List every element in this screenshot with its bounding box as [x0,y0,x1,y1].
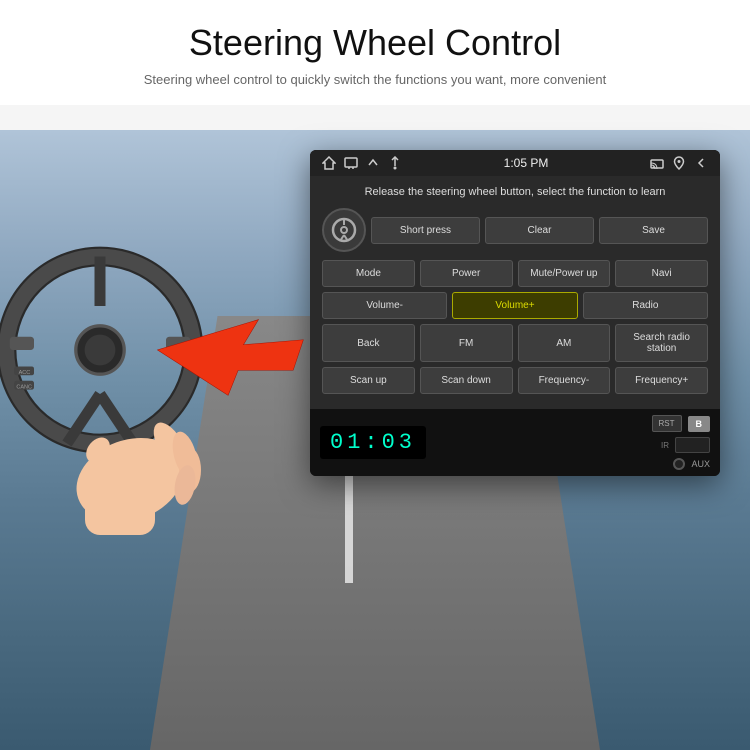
button-row-1: Mode Power Mute/Power up Navi [322,260,708,287]
content-area: ACC CANC [0,130,750,750]
status-bar: 1:05 PM [310,150,720,176]
screen: 1:05 PM Release the steering wheel butto… [310,150,720,409]
status-icons-left [322,156,402,170]
fm-button[interactable]: FM [420,324,513,362]
volume-down-button[interactable]: Volume- [322,292,447,319]
short-press-button[interactable]: Short press [371,217,480,244]
usb-icon [388,156,402,170]
location-icon [672,156,686,170]
time-display: 01:03 [320,430,426,455]
radio-button[interactable]: Radio [583,292,708,319]
stereo-unit: 1:05 PM Release the steering wheel butto… [310,150,720,476]
mode-button[interactable]: Mode [322,260,415,287]
wheel-icon [331,217,357,243]
right-controls: RST B IR AUX [652,415,711,470]
screen-icon [344,156,358,170]
stereo-bottom: 01:03 RST B IR AUX [310,409,720,476]
red-arrow-icon [148,315,308,425]
aux-label: AUX [691,459,710,469]
volume-up-button[interactable]: Volume+ [452,292,577,319]
steering-wheel-small-icon [322,208,366,252]
save-button[interactable]: Save [599,217,708,244]
button-row-3: Back FM AM Search radio station [322,324,708,362]
up-arrow-icon [366,156,380,170]
ir-label: IR [661,441,669,450]
back-button[interactable]: Back [322,324,415,362]
clock-display: 01:03 [320,426,426,459]
home-icon [322,156,336,170]
search-radio-station-button[interactable]: Search radio station [615,324,708,362]
header-section: Steering Wheel Control Steering wheel co… [0,0,750,105]
clear-button[interactable]: Clear [485,217,594,244]
status-time: 1:05 PM [504,156,549,170]
page-title: Steering Wheel Control [60,22,690,64]
scan-up-button[interactable]: Scan up [322,367,415,394]
rst-label: RST [652,415,682,432]
instruction-text: Release the steering wheel button, selec… [322,186,708,198]
button-row-4: Scan up Scan down Frequency- Frequency+ [322,367,708,394]
navi-button[interactable]: Navi [615,260,708,287]
status-icons-right [650,156,708,170]
back-icon [694,156,708,170]
b-button[interactable]: B [688,416,711,432]
power-button[interactable]: Power [420,260,513,287]
am-button[interactable]: AM [518,324,611,362]
page-subtitle: Steering wheel control to quickly switch… [60,72,690,87]
mute-power-up-button[interactable]: Mute/Power up [518,260,611,287]
svg-text:CANC: CANC [16,385,32,391]
cast-icon [650,156,664,170]
top-buttons-row: Short press Clear Save [322,208,708,252]
aux-port [673,458,685,470]
screen-content: Release the steering wheel button, selec… [310,176,720,409]
frequency-up-button[interactable]: Frequency+ [615,367,708,394]
svg-text:ACC: ACC [19,370,31,376]
frequency-down-button[interactable]: Frequency- [518,367,611,394]
scan-down-button[interactable]: Scan down [420,367,513,394]
button-row-2: Volume- Volume+ Radio [322,292,708,319]
ir-slot [675,437,710,453]
